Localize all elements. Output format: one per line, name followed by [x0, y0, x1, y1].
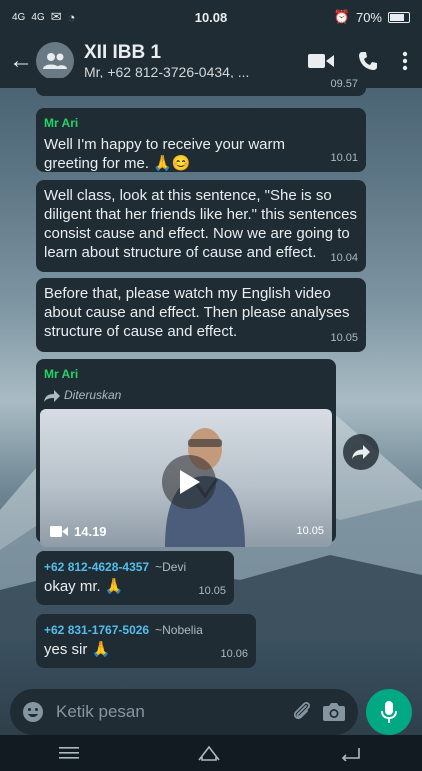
attach-icon[interactable]	[292, 701, 312, 723]
forward-icon	[44, 389, 60, 402]
play-icon[interactable]	[162, 455, 216, 509]
battery-percent: 70%	[355, 9, 382, 25]
phone-icon[interactable]	[358, 51, 378, 71]
video-duration-text: 14.19	[74, 524, 107, 539]
mic-button[interactable]	[366, 689, 412, 735]
group-avatar[interactable]	[36, 42, 74, 80]
message-sender-nick: ~Nobelia	[155, 623, 203, 637]
message-input-container	[10, 689, 358, 735]
more-icon[interactable]	[402, 51, 408, 71]
menu-icon[interactable]	[59, 746, 79, 760]
home-icon[interactable]	[197, 745, 221, 761]
chat-title-area[interactable]: XII IBB 1 Mr, +62 812-3726-0434, ...	[84, 42, 308, 80]
message-bubble-6[interactable]: +62 831-1767-5026 ~Nobelia yes sir 🙏 10.0…	[36, 614, 256, 668]
message-bubble-5[interactable]: +62 812-4628-4357 ~Devi okay mr. 🙏 10.05	[36, 551, 234, 605]
message-sender: Mr Ari	[44, 116, 79, 130]
message-time: 09.57	[330, 78, 358, 90]
message-time: 10.06	[220, 648, 248, 660]
message-input[interactable]	[54, 701, 282, 723]
message-sender-phone: +62 831-1767-5026	[44, 623, 150, 637]
message-sender-phone: +62 812-4628-4357	[44, 560, 150, 574]
message-sender: Mr Ari	[44, 367, 79, 381]
forwarded-label: Diteruskan	[40, 386, 332, 405]
alarm-status-icon: ⏰	[333, 9, 350, 24]
video-duration: 14.19	[50, 522, 107, 541]
camera-icon[interactable]	[322, 702, 346, 722]
message-input-bar	[10, 689, 412, 735]
whatsapp-chat-screen: 4G 4G ✉ ◔ 10.08 ⏰ 70% ← XII IBB 1 Mr, +6…	[0, 0, 422, 771]
share-icon[interactable]	[343, 434, 379, 470]
message-time: 10.01	[330, 152, 358, 164]
chat-area[interactable]: 09.57 Mr Ari Well I'm happy to receive y…	[0, 78, 422, 683]
video-thumbnail[interactable]: 14.19 10.05	[40, 409, 332, 547]
message-text: Well class, look at this sentence, "She …	[44, 187, 358, 261]
message-text: Well I'm happy to receive your warm gree…	[44, 136, 286, 172]
message-time: 10.05	[198, 585, 226, 597]
status-bar: 4G 4G ✉ ◔ 10.08 ⏰ 70%	[0, 0, 422, 34]
video-message-bubble[interactable]: Mr Ari Diteruskan 14.19 10.05	[36, 359, 336, 547]
emoji-icon[interactable]	[22, 701, 44, 723]
group-icon	[43, 53, 67, 69]
message-text: Before that, please watch my English vid…	[44, 285, 350, 340]
signal-1: 4G	[12, 11, 26, 23]
mail-icon: ✉	[50, 9, 62, 24]
video-call-icon[interactable]	[308, 53, 334, 69]
chat-title: XII IBB 1	[84, 42, 162, 63]
message-time: 10.05	[330, 332, 358, 344]
message-time: 10.04	[330, 252, 358, 264]
mic-icon	[381, 701, 397, 723]
message-bubble-partial[interactable]: 09.57	[36, 78, 366, 96]
alarm-icon: ◔	[67, 9, 76, 25]
back-icon[interactable]	[339, 745, 363, 761]
message-time: 10.05	[296, 525, 324, 537]
forwarded-text: Diteruskan	[64, 388, 122, 402]
system-nav-bar	[0, 735, 422, 771]
message-bubble-3[interactable]: Before that, please watch my English vid…	[36, 278, 366, 352]
message-sender-nick: ~Devi	[155, 560, 187, 574]
message-bubble-1[interactable]: Mr Ari Well I'm happy to receive your wa…	[36, 108, 366, 172]
signal-2: 4G	[31, 11, 45, 23]
message-bubble-2[interactable]: Well class, look at this sentence, "She …	[36, 180, 366, 272]
back-arrow-icon[interactable]: ←	[6, 47, 36, 75]
status-time: 10.08	[194, 9, 228, 25]
battery-icon	[388, 11, 410, 23]
message-text: yes sir 🙏	[44, 641, 111, 658]
video-icon	[50, 526, 68, 537]
